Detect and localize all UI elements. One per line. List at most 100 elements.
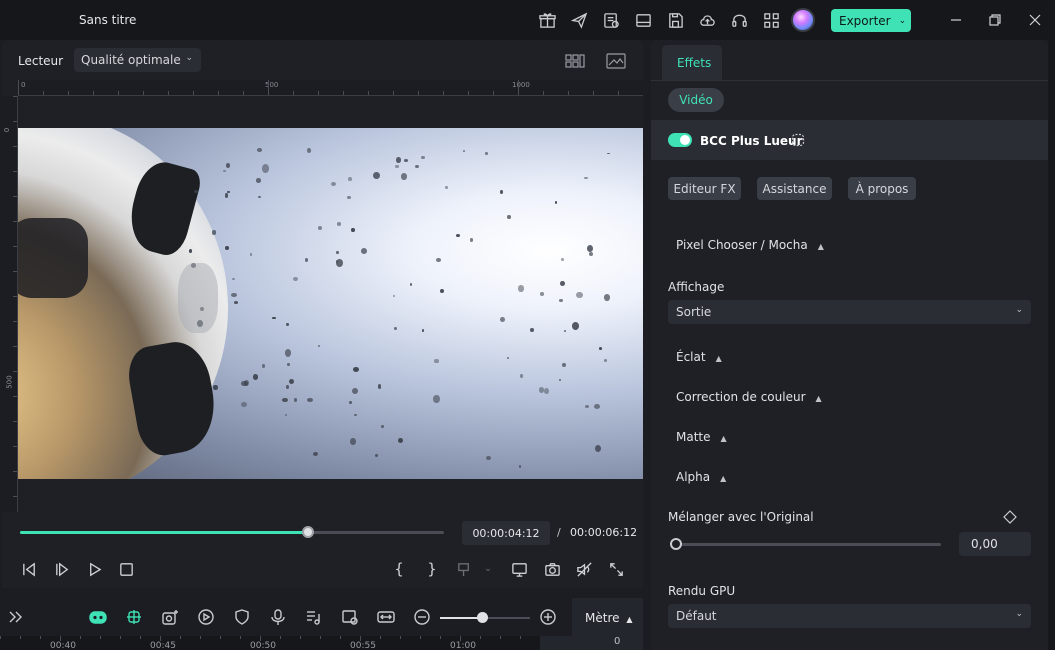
effect-settings-icon[interactable] bbox=[791, 133, 805, 147]
mark-out-button[interactable]: } bbox=[421, 558, 443, 580]
mix-slider-handle[interactable] bbox=[670, 538, 682, 550]
expand-panel-icon[interactable] bbox=[4, 606, 26, 628]
mix-label: Mélanger avec l'Original bbox=[668, 510, 814, 524]
debris-speck bbox=[507, 214, 512, 219]
ruler-tick bbox=[13, 121, 17, 122]
ruler-tick bbox=[518, 80, 519, 95]
vertical-ruler: 0 500 bbox=[2, 96, 18, 512]
current-time[interactable]: 00:00:04:12 bbox=[462, 521, 550, 545]
fit-width-icon[interactable] bbox=[375, 606, 397, 628]
debris-speck bbox=[414, 164, 420, 169]
debris-speck bbox=[393, 327, 397, 330]
player-header: Lecteur Qualité optimale ⌄ bbox=[2, 40, 643, 80]
playhead-handle[interactable] bbox=[302, 526, 315, 538]
mark-in-button[interactable]: { bbox=[388, 558, 410, 580]
cloud-upload-icon[interactable] bbox=[697, 10, 717, 30]
play-icon[interactable] bbox=[83, 558, 105, 580]
debris-speck bbox=[421, 329, 425, 332]
ai-assistant-icon[interactable] bbox=[87, 606, 109, 628]
ruler-tick bbox=[13, 246, 17, 247]
about-button[interactable]: À propos bbox=[848, 177, 916, 200]
chevron-down-icon[interactable]: ⌄ bbox=[477, 558, 499, 580]
chevron-down-icon: ⌄ bbox=[1015, 305, 1023, 315]
mix-slider[interactable] bbox=[670, 538, 941, 550]
ai-cutout-icon[interactable] bbox=[123, 606, 145, 628]
fx-editor-button[interactable]: Editeur FX bbox=[668, 177, 741, 200]
zoom-out-icon[interactable] bbox=[411, 606, 433, 628]
section-alpha[interactable]: Alpha ▲ bbox=[676, 470, 726, 484]
monitor-icon[interactable] bbox=[508, 558, 530, 580]
close-icon[interactable] bbox=[1025, 10, 1045, 30]
video-preview[interactable] bbox=[18, 128, 643, 479]
section-pixel-chooser[interactable]: Pixel Chooser / Mocha ▲ bbox=[676, 238, 824, 252]
debris-speck bbox=[211, 230, 217, 235]
debris-speck bbox=[286, 363, 290, 366]
tab-effects[interactable]: Effets bbox=[662, 45, 722, 80]
export-button[interactable]: Exporter ⌄ bbox=[831, 9, 911, 32]
gpu-select[interactable]: Défaut ⌄ bbox=[668, 604, 1031, 628]
save-icon[interactable] bbox=[665, 10, 685, 30]
debris-speck bbox=[456, 233, 461, 237]
section-eclat[interactable]: Éclat ▲ bbox=[676, 350, 722, 364]
timeline-tick bbox=[180, 636, 181, 639]
music-list-icon[interactable] bbox=[303, 606, 325, 628]
marker-icon[interactable] bbox=[453, 558, 475, 580]
gift-icon[interactable] bbox=[537, 10, 557, 30]
camera-icon[interactable] bbox=[541, 558, 563, 580]
add-media-icon[interactable] bbox=[159, 606, 181, 628]
previous-frame-icon[interactable] bbox=[18, 558, 40, 580]
debris-speck bbox=[285, 323, 290, 326]
document-icon[interactable] bbox=[601, 10, 621, 30]
ruler-tick bbox=[13, 496, 17, 497]
gpu-label: Rendu GPU bbox=[668, 584, 736, 598]
layout-icon[interactable] bbox=[633, 10, 653, 30]
audio-muted-icon[interactable] bbox=[573, 558, 595, 580]
section-color-correction[interactable]: Correction de couleur ▲ bbox=[676, 390, 822, 404]
shield-icon[interactable] bbox=[231, 606, 253, 628]
avatar[interactable] bbox=[791, 8, 815, 32]
debris-speck bbox=[353, 367, 359, 373]
keyframe-diamond-icon[interactable] bbox=[1003, 510, 1017, 524]
display-select[interactable]: Sortie ⌄ bbox=[668, 300, 1031, 324]
playback-scrubber[interactable] bbox=[20, 526, 444, 538]
assistance-button[interactable]: Assistance bbox=[757, 177, 832, 200]
section-matte[interactable]: Matte ▲ bbox=[676, 430, 727, 444]
speed-icon[interactable] bbox=[195, 606, 217, 628]
grid-view-icon[interactable] bbox=[565, 52, 585, 70]
debris-speck bbox=[434, 359, 439, 363]
microphone-icon[interactable] bbox=[267, 606, 289, 628]
caret-up-icon: ▲ bbox=[720, 474, 727, 483]
ruler-tick bbox=[13, 371, 17, 372]
panel-scrollbar[interactable] bbox=[1048, 40, 1055, 650]
grid-icon[interactable] bbox=[761, 10, 781, 30]
zoom-in-icon[interactable] bbox=[537, 606, 559, 628]
debris-speck bbox=[561, 258, 565, 261]
quality-select[interactable]: Qualité optimale ⌄ bbox=[74, 48, 201, 72]
headset-icon[interactable] bbox=[729, 10, 749, 30]
next-frame-icon[interactable] bbox=[51, 558, 73, 580]
mix-value-input[interactable]: 0,00 bbox=[959, 532, 1031, 556]
clip-view-icon[interactable] bbox=[339, 606, 361, 628]
debris-speck bbox=[594, 444, 601, 452]
debris-speck bbox=[335, 258, 343, 268]
stop-icon[interactable] bbox=[115, 558, 137, 580]
ruler-tick bbox=[318, 91, 319, 95]
display-value: Sortie bbox=[676, 305, 712, 319]
zoom-slider[interactable] bbox=[440, 612, 530, 623]
debris-speck bbox=[351, 227, 355, 233]
image-icon[interactable] bbox=[606, 52, 626, 70]
zoom-level bbox=[440, 617, 483, 619]
restore-icon[interactable] bbox=[985, 10, 1005, 30]
ruler-tick bbox=[93, 91, 94, 95]
debris-speck bbox=[593, 403, 601, 410]
debris-speck bbox=[598, 347, 603, 350]
minimize-icon[interactable] bbox=[946, 10, 966, 30]
timeline-time: 00:55 bbox=[350, 641, 376, 650]
timeline-tick bbox=[0, 636, 1, 639]
meter-button[interactable]: Mètre ▲ bbox=[572, 598, 643, 636]
effect-toggle[interactable] bbox=[668, 133, 692, 147]
video-filter-pill[interactable]: Vidéo bbox=[668, 88, 724, 112]
debris-speck bbox=[194, 189, 198, 194]
send-icon[interactable] bbox=[569, 10, 589, 30]
fullscreen-icon[interactable] bbox=[605, 558, 627, 580]
